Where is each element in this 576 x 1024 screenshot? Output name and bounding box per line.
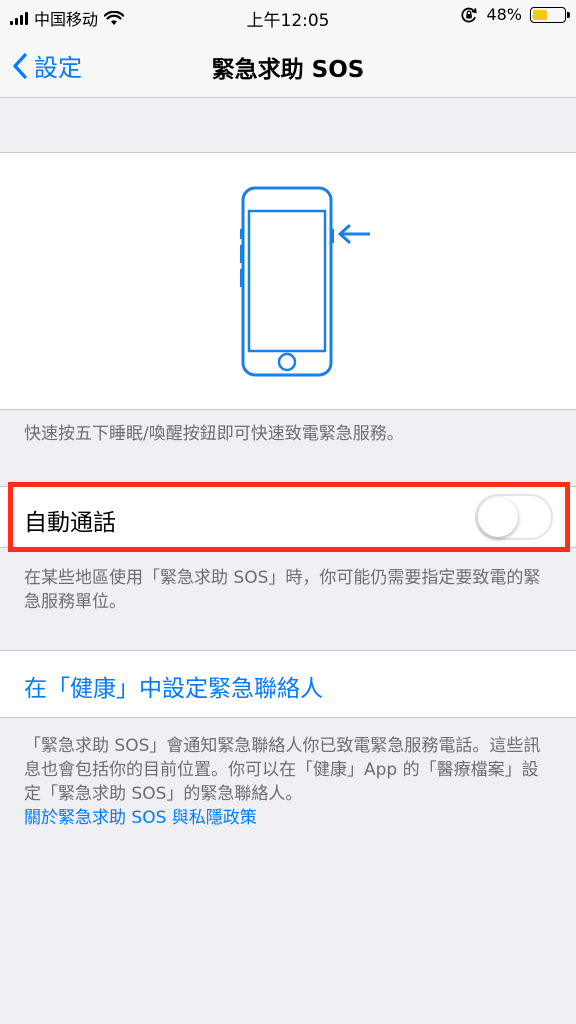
side-button-hint: 快速按五下睡眠/喚醒按鈕即可快速致電緊急服務。 <box>24 424 404 444</box>
health-footer-text: 「緊急求助 SOS」會通知緊急聯絡人你已致電緊急服務電話。這些訊息也會包括你的目… <box>24 736 541 804</box>
highlight-frame <box>8 482 570 552</box>
battery-level-fill <box>533 9 548 20</box>
iphone-side-button-icon <box>240 186 370 377</box>
navigation-bar: 設定 緊急求助 SOS <box>0 34 576 98</box>
battery-percent: 48% <box>486 5 522 24</box>
page-title: 緊急求助 SOS <box>211 57 365 83</box>
illustration-panel <box>0 152 576 410</box>
health-contacts-row[interactable]: 在「健康」中設定緊急聯絡人 <box>0 650 576 718</box>
status-bar: 中国移动 上午12:05 48% <box>0 0 576 34</box>
auto-call-footer: 在某些地區使用「緊急求助 SOS」時，你可能仍需要指定要致電的緊急服務單位。 <box>24 568 541 612</box>
rotation-lock-icon <box>461 7 478 22</box>
health-footer: 「緊急求助 SOS」會通知緊急聯絡人你已致電緊急服務電話。這些訊息也會包括你的目… <box>24 734 544 830</box>
status-right: 48% <box>460 5 570 24</box>
health-contacts-link[interactable]: 在「健康」中設定緊急聯絡人 <box>24 669 323 703</box>
privacy-policy-link[interactable]: 關於緊急求助 SOS 與私隱政策 <box>24 808 257 828</box>
battery-icon <box>530 6 570 23</box>
